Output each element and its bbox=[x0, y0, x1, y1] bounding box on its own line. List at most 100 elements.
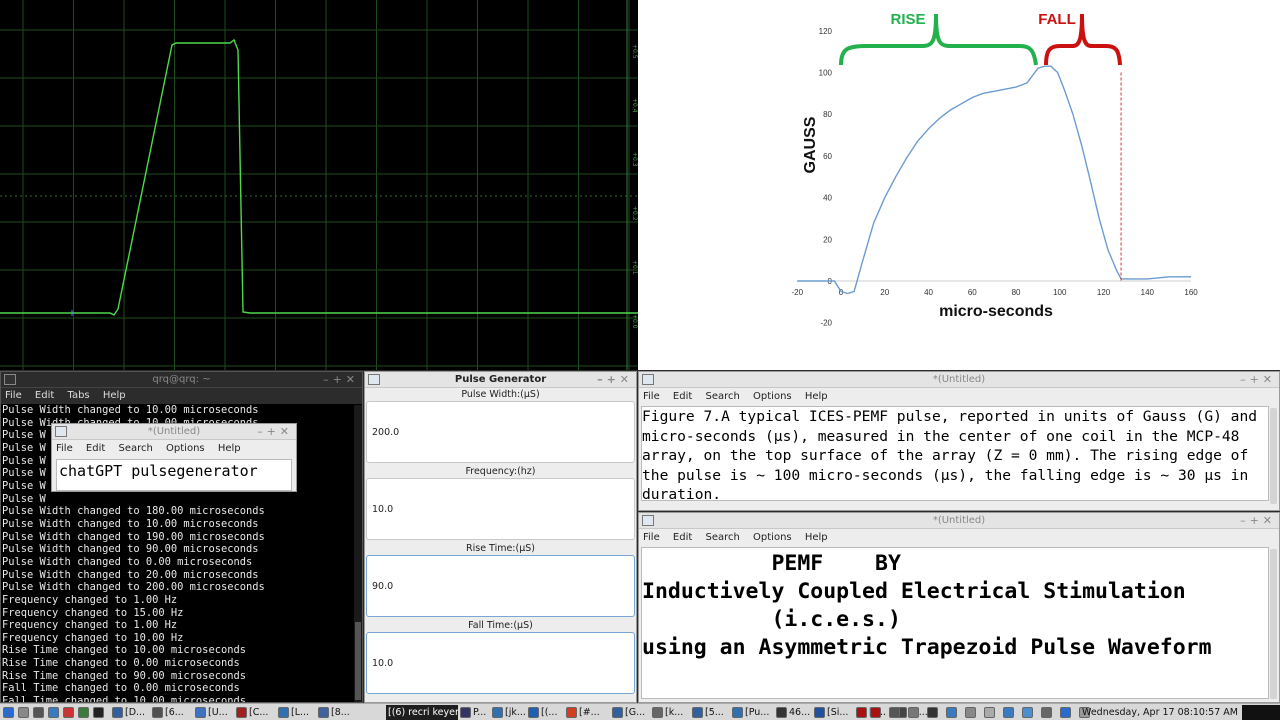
menu-file[interactable]: File bbox=[643, 532, 660, 543]
launcher-icon[interactable] bbox=[3, 707, 14, 718]
pemf-pulse-chart: 120100806040200-20-200204060801001201401… bbox=[791, 11, 1198, 328]
tray-icon[interactable] bbox=[870, 707, 881, 718]
caption-text-area[interactable]: Figure 7.A typical ICES-PEMF pulse, repo… bbox=[641, 406, 1269, 503]
window-icon bbox=[152, 707, 163, 718]
oscilloscope-trace-plot: +0.5 +0.4 +0.3 +0.2 +0.1 +0.0 bbox=[0, 0, 638, 370]
editor1-scrollbar[interactable] bbox=[1270, 408, 1277, 504]
x-tick-label: 120 bbox=[1097, 288, 1111, 297]
taskbar-item[interactable]: [k... bbox=[652, 705, 683, 720]
tray-icon[interactable] bbox=[965, 707, 976, 718]
app-icon bbox=[368, 374, 380, 385]
y-tick-label: 20 bbox=[823, 235, 832, 244]
launcher-icon[interactable] bbox=[33, 707, 44, 718]
terminal-line: Rise Time changed to 90.00 microseconds bbox=[2, 669, 246, 682]
menu-edit[interactable]: Edit bbox=[86, 443, 105, 454]
editor1-titlebar[interactable]: *(Untitled) –+✕ bbox=[639, 372, 1279, 388]
tray-icon[interactable] bbox=[927, 707, 938, 718]
scope-axis-label: +0.3 bbox=[631, 152, 638, 167]
editor2-titlebar[interactable]: *(Untitled) –+✕ bbox=[639, 513, 1279, 529]
desktop-pager[interactable] bbox=[1242, 705, 1280, 720]
scope-trace bbox=[0, 38, 638, 316]
terminal-line: Pulse Width changed to 10.00 microsecond… bbox=[2, 517, 259, 530]
menu-search[interactable]: Search bbox=[705, 391, 739, 402]
menu-help[interactable]: Help bbox=[805, 532, 828, 543]
menu-help[interactable]: Help bbox=[218, 443, 241, 454]
popup-titlebar[interactable]: *(Untitled) –+✕ bbox=[52, 424, 296, 440]
menu-edit[interactable]: Edit bbox=[673, 391, 692, 402]
taskbar-item[interactable]: [(... bbox=[528, 705, 557, 720]
taskbar-item[interactable]: [jk... bbox=[492, 705, 526, 720]
taskbar-item[interactable]: [D... bbox=[112, 705, 145, 720]
window-icon bbox=[278, 707, 289, 718]
menu-help[interactable]: Help bbox=[103, 390, 126, 401]
terminal-titlebar[interactable]: qrq@qrq: ~ –+✕ bbox=[1, 372, 362, 388]
scope-axis-label: +0.4 bbox=[631, 98, 638, 113]
menu-search[interactable]: Search bbox=[118, 443, 152, 454]
launcher-icon[interactable] bbox=[48, 707, 59, 718]
pulsegen-titlebar[interactable]: Pulse Generator –+✕ bbox=[365, 372, 636, 388]
taskbar-item[interactable]: [5... bbox=[692, 705, 724, 720]
menu-tabs[interactable]: Tabs bbox=[67, 390, 89, 401]
menu-edit[interactable]: Edit bbox=[35, 390, 54, 401]
window-controls[interactable]: –+✕ bbox=[597, 372, 633, 388]
tray-icon[interactable] bbox=[946, 707, 957, 718]
taskbar-item[interactable]: [Pu... bbox=[732, 705, 769, 720]
tray-icon[interactable] bbox=[908, 707, 919, 718]
launcher-icon[interactable] bbox=[18, 707, 29, 718]
window-icon bbox=[856, 707, 867, 718]
window-icon bbox=[528, 707, 539, 718]
menu-edit[interactable]: Edit bbox=[673, 532, 692, 543]
frequency-input[interactable]: 10.0 bbox=[366, 478, 635, 540]
tray-icon[interactable] bbox=[889, 707, 900, 718]
terminal-line: Fall Time changed to 10.00 microseconds bbox=[2, 695, 246, 703]
editor-icon bbox=[642, 515, 654, 526]
fall-time-label: Fall Time:(µS) bbox=[468, 620, 533, 631]
editor2-scrollbar[interactable] bbox=[1270, 549, 1277, 699]
popup-title: *(Untitled) bbox=[147, 426, 201, 437]
taskbar-item[interactable]: 46... bbox=[776, 705, 810, 720]
menu-options[interactable]: Options bbox=[753, 532, 792, 543]
menu-options[interactable]: Options bbox=[166, 443, 205, 454]
fall-time-input[interactable]: 10.0 bbox=[366, 632, 635, 694]
tray-icon[interactable] bbox=[1041, 707, 1052, 718]
taskbar-item[interactable]: [G... bbox=[612, 705, 645, 720]
terminal-line: Pulse Width changed to 10.00 microsecond… bbox=[2, 404, 259, 416]
menu-help[interactable]: Help bbox=[805, 391, 828, 402]
terminal-scroll-thumb[interactable] bbox=[355, 622, 361, 700]
taskbar-item[interactable]: [L... bbox=[278, 705, 309, 720]
rise-time-input[interactable]: 90.0 bbox=[366, 555, 635, 617]
window-controls[interactable]: –+✕ bbox=[323, 372, 359, 388]
pulse-width-input[interactable]: 200.0 bbox=[366, 401, 635, 463]
oscilloscope-display: +0.5 +0.4 +0.3 +0.2 +0.1 +0.0 bbox=[0, 0, 638, 370]
tray-icon[interactable] bbox=[984, 707, 995, 718]
x-tick-label: 60 bbox=[968, 288, 977, 297]
menu-file[interactable]: File bbox=[56, 443, 73, 454]
caption-editor-window: *(Untitled) –+✕ File Edit Search Options… bbox=[638, 371, 1280, 511]
menu-options[interactable]: Options bbox=[753, 391, 792, 402]
taskbar-item[interactable]: [C... bbox=[236, 705, 268, 720]
tray-icon[interactable] bbox=[1022, 707, 1033, 718]
menu-file[interactable]: File bbox=[5, 390, 22, 401]
taskbar-item-label: [Si... bbox=[827, 707, 849, 718]
taskbar-item[interactable]: [8... bbox=[318, 705, 350, 720]
menu-file[interactable]: File bbox=[643, 391, 660, 402]
launcher-icon[interactable] bbox=[93, 707, 104, 718]
title-text-area[interactable]: PEMF BY Inductively Coupled Electrical St… bbox=[641, 547, 1269, 699]
taskbar-item[interactable]: P... bbox=[460, 705, 486, 720]
taskbar-item[interactable]: [#... bbox=[566, 705, 600, 720]
taskbar-item-active[interactable]: [(6) recri keyer] bbox=[386, 705, 463, 720]
launcher-icon[interactable] bbox=[63, 707, 74, 718]
taskbar-item[interactable]: [Si... bbox=[814, 705, 848, 720]
launcher-icon[interactable] bbox=[78, 707, 89, 718]
taskbar-item[interactable]: [U... bbox=[195, 705, 228, 720]
menu-search[interactable]: Search bbox=[705, 532, 739, 543]
taskbar-item[interactable]: [6... bbox=[152, 705, 184, 720]
scope-axis-label: +0.5 bbox=[631, 44, 638, 59]
window-controls[interactable]: –+✕ bbox=[1240, 513, 1276, 529]
popup-text-area[interactable]: chatGPT pulsegenerator bbox=[56, 459, 292, 491]
window-controls[interactable]: –+✕ bbox=[257, 424, 293, 440]
tray-icon[interactable] bbox=[1003, 707, 1014, 718]
taskbar-clock[interactable]: Wednesday, Apr 17 08:10:57 AM bbox=[1082, 705, 1238, 720]
window-controls[interactable]: –+✕ bbox=[1240, 372, 1276, 388]
tray-icon[interactable] bbox=[1060, 707, 1071, 718]
